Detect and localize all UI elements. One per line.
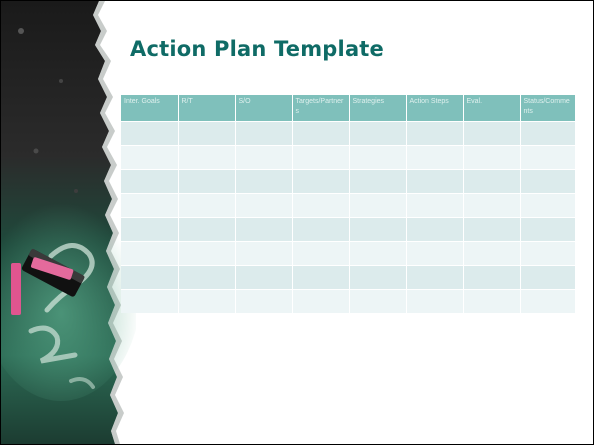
table-cell	[406, 264, 464, 289]
table-cell	[406, 216, 464, 241]
action-plan-table: Inter. Goals R/T S/O Targets/Partners St…	[121, 95, 576, 313]
table-cell	[463, 144, 521, 169]
table-cell	[520, 240, 576, 265]
slide: Action Plan Template Inter. Goals R/T S/…	[0, 0, 594, 445]
table-row	[121, 120, 576, 145]
table-cell	[178, 120, 236, 145]
table-cell	[463, 264, 521, 289]
table-cell	[349, 240, 407, 265]
table-cell	[121, 144, 179, 169]
table-cell	[406, 120, 464, 145]
table-cell	[235, 168, 293, 193]
table-cell	[463, 120, 521, 145]
table-cell	[406, 144, 464, 169]
table-cell	[292, 216, 350, 241]
table-cell	[349, 144, 407, 169]
table-cell	[349, 192, 407, 217]
column-header-inter-goals: Inter. Goals	[121, 95, 179, 121]
column-header-rt: R/T	[178, 95, 236, 121]
table-cell	[463, 192, 521, 217]
table-row	[121, 192, 576, 217]
column-header-status-comments: Status/Comments	[520, 95, 576, 121]
table-cell	[406, 240, 464, 265]
page-title: Action Plan Template	[130, 37, 384, 61]
table-cell	[520, 168, 576, 193]
column-header-strategies: Strategies	[349, 95, 407, 121]
table-cell	[463, 288, 521, 313]
table-cell	[178, 288, 236, 313]
table-cell	[349, 120, 407, 145]
table-body	[121, 120, 576, 313]
table-cell	[520, 264, 576, 289]
table-cell	[235, 192, 293, 217]
table-cell	[520, 192, 576, 217]
table-header-row: Inter. Goals R/T S/O Targets/Partners St…	[121, 95, 576, 121]
table-cell	[235, 264, 293, 289]
table-row	[121, 144, 576, 169]
table-cell	[178, 192, 236, 217]
table-cell	[121, 120, 179, 145]
table-cell	[121, 192, 179, 217]
table-cell	[520, 120, 576, 145]
table-cell	[235, 144, 293, 169]
column-header-action-steps: Action Steps	[406, 95, 464, 121]
table-cell	[520, 144, 576, 169]
chalkboard-image	[1, 1, 136, 444]
table-cell	[292, 240, 350, 265]
table-cell	[121, 168, 179, 193]
column-header-so: S/O	[235, 95, 293, 121]
table-cell	[121, 240, 179, 265]
table-row	[121, 288, 576, 313]
table-row	[121, 216, 576, 241]
table-cell	[292, 120, 350, 145]
table-cell	[406, 288, 464, 313]
column-header-eval: Eval.	[463, 95, 521, 121]
table-cell	[520, 216, 576, 241]
table-cell	[235, 216, 293, 241]
table-cell	[520, 288, 576, 313]
table-cell	[235, 288, 293, 313]
table-cell	[292, 144, 350, 169]
column-header-targets-partners: Targets/Partners	[292, 95, 350, 121]
table-cell	[463, 240, 521, 265]
table-cell	[463, 168, 521, 193]
table-cell	[292, 288, 350, 313]
table-cell	[463, 216, 521, 241]
table-cell	[349, 288, 407, 313]
table-cell	[349, 168, 407, 193]
table-cell	[178, 168, 236, 193]
table-cell	[178, 216, 236, 241]
table-cell	[349, 264, 407, 289]
table-cell	[178, 240, 236, 265]
table-row	[121, 240, 576, 265]
table-cell	[121, 288, 179, 313]
table-cell	[349, 216, 407, 241]
table-row	[121, 168, 576, 193]
table-cell	[121, 216, 179, 241]
table-cell	[406, 192, 464, 217]
table-cell	[292, 192, 350, 217]
table-row	[121, 264, 576, 289]
table-cell	[235, 120, 293, 145]
table-cell	[178, 144, 236, 169]
table-cell	[121, 264, 179, 289]
table-cell	[292, 168, 350, 193]
table-cell	[406, 168, 464, 193]
table-cell	[178, 264, 236, 289]
table-cell	[235, 240, 293, 265]
table-cell	[292, 264, 350, 289]
